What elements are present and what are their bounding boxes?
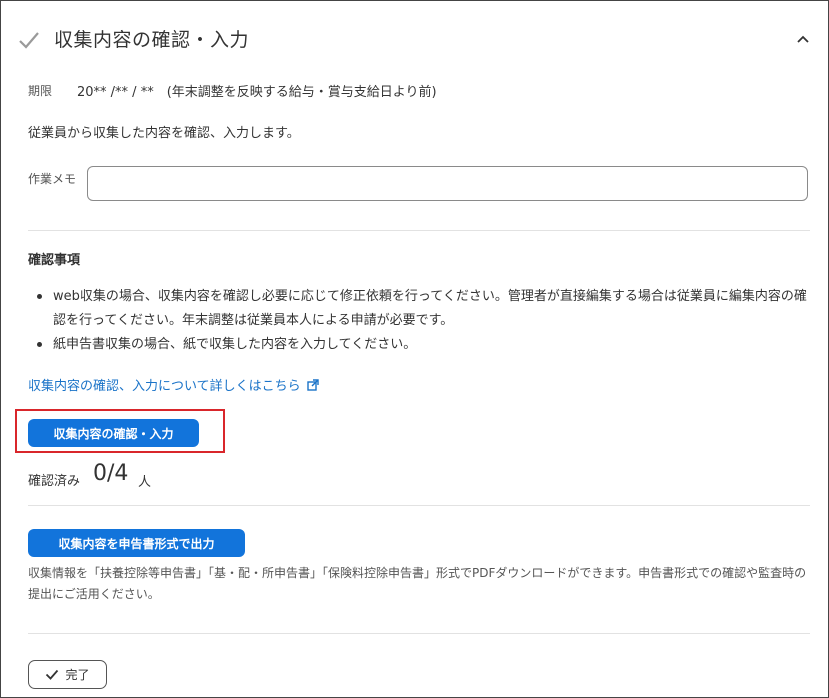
export-pdf-button[interactable]: 収集内容を申告書形式で出力	[28, 529, 245, 557]
confirmed-unit: 人	[138, 475, 152, 490]
divider	[28, 230, 810, 231]
panel-header[interactable]: 収集内容の確認・入力	[1, 1, 828, 77]
confirmed-label: 確認済み	[28, 474, 81, 489]
confirmation-heading: 確認事項	[28, 253, 81, 268]
deadline-value: 20** /** / ** (年末調整を反映する給与・賞与支給日より前)	[77, 85, 437, 100]
help-link-text: 収集内容の確認、入力について詳しくはこちら	[28, 379, 301, 394]
check-icon	[46, 669, 59, 680]
done-button-label: 完了	[65, 668, 90, 682]
chevron-up-icon[interactable]	[795, 33, 811, 45]
export-note: 収集情報を「扶養控除等申告書」「基・配・所申告書」「保険料控除申告書」形式でPD…	[28, 566, 807, 601]
panel-title: 収集内容の確認・入力	[54, 29, 250, 51]
divider	[28, 633, 810, 634]
memo-input[interactable]	[87, 166, 808, 201]
list-item: web収集の場合、収集内容を確認し必要に応じて修正依頼を行ってください。管理者が…	[37, 285, 812, 333]
deadline-label: 期限	[28, 84, 53, 98]
confirmation-list: web収集の場合、収集内容を確認し必要に応じて修正依頼を行ってください。管理者が…	[37, 285, 812, 357]
check-icon	[19, 32, 39, 49]
section-description: 従業員から収集した内容を確認、入力します。	[28, 126, 300, 141]
help-link[interactable]: 収集内容の確認、入力について詳しくはこちら	[28, 375, 319, 394]
confirm-input-button[interactable]: 収集内容の確認・入力	[28, 419, 199, 447]
confirmed-count: 0/4	[93, 461, 129, 486]
divider	[28, 505, 810, 506]
task-panel: 収集内容の確認・入力 期限 20** /** / ** (年末調整を反映する給与…	[0, 0, 829, 698]
list-item: 紙申告書収集の場合、紙で収集した内容を入力してください。	[37, 333, 812, 357]
done-button[interactable]: 完了	[28, 660, 107, 689]
external-link-icon	[306, 379, 319, 391]
memo-label: 作業メモ	[28, 172, 77, 186]
